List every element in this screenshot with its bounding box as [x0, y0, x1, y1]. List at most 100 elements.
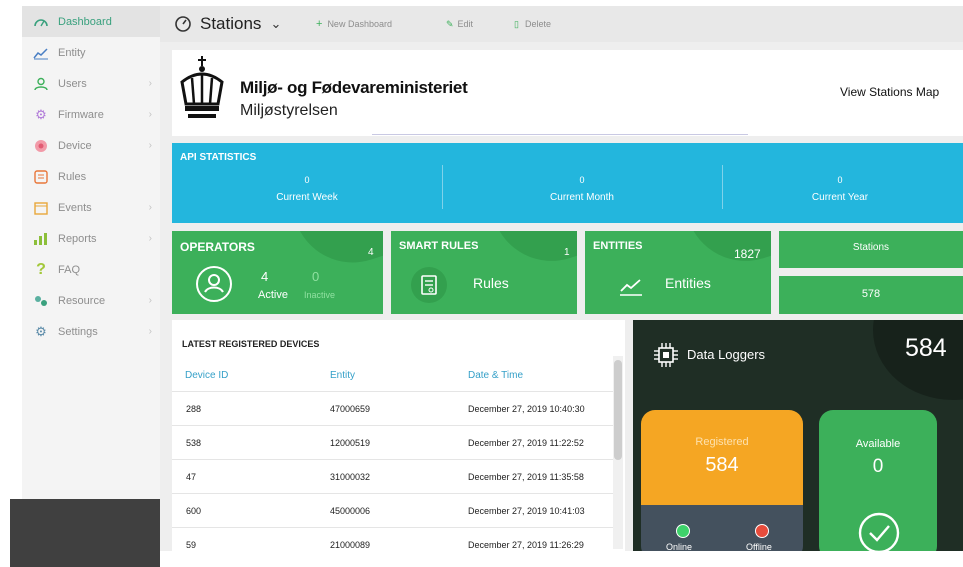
device-id: 288: [186, 404, 202, 414]
online-dot-icon: [676, 524, 690, 538]
stations-title-card[interactable]: Stations: [779, 231, 963, 268]
sidebar-item-label: Device: [58, 139, 92, 152]
datetime: December 27, 2019 11:26:29: [468, 540, 584, 550]
entity-id: 21000089: [330, 540, 371, 550]
datetime: December 27, 2019 11:22:52: [468, 438, 584, 448]
column-header[interactable]: Entity: [330, 370, 355, 381]
active-label: Active: [258, 289, 288, 301]
year-label: Current Year: [811, 192, 869, 203]
dashboard-icon: [32, 14, 50, 30]
sidebar-item-label: Users: [58, 77, 87, 90]
sidebar-item-rules[interactable]: Rules: [22, 161, 160, 192]
edit-label: Edit: [457, 19, 474, 29]
sidebar-item-faq[interactable]: ? FAQ: [22, 254, 160, 285]
sidebar-item-label: Rules: [58, 170, 87, 183]
entity-id: 12000519: [330, 438, 371, 448]
column-header[interactable]: Device ID: [185, 370, 228, 381]
entity-id: 45000006: [330, 506, 371, 516]
chevron-right-icon: ›: [148, 140, 152, 151]
resource-icon: [32, 293, 50, 309]
registered-card[interactable]: Registered 584 Online Offline: [641, 410, 803, 551]
data-loggers-title: Data Loggers: [687, 347, 766, 362]
chevron-right-icon: ›: [148, 202, 152, 213]
smart-rules-title: SMART RULES: [399, 240, 479, 252]
device-id: 47: [186, 472, 197, 482]
delete-button[interactable]: ▯ Delete: [514, 6, 551, 42]
month-label: Current Month: [550, 192, 614, 203]
sidebar-item-device[interactable]: Device ›: [22, 130, 160, 161]
offline-dot-icon: [755, 524, 769, 538]
entity-id: 47000659: [330, 404, 371, 414]
delete-label: Delete: [524, 19, 551, 29]
data-loggers-total: 584: [905, 334, 947, 362]
plus-icon: +: [316, 18, 323, 30]
registered-label: Registered: [695, 436, 749, 448]
entities-label: Entities: [665, 275, 711, 291]
dashboard-selector[interactable]: Stations ⌄: [174, 6, 281, 42]
smart-rules-total: 1: [564, 247, 570, 258]
view-stations-map-link[interactable]: View Stations Map: [840, 85, 939, 99]
latest-devices-panel: LATEST REGISTERED DEVICES Device ID Enti…: [172, 320, 625, 551]
sidebar-item-events[interactable]: Events ›: [22, 192, 160, 223]
table-row[interactable]: 600 45000006 December 27, 2019 10:41:03: [172, 493, 617, 528]
edit-button[interactable]: ✎ Edit: [446, 6, 473, 42]
column-header[interactable]: Date & Time: [468, 370, 523, 381]
device-id: 59: [186, 540, 197, 550]
entities-card[interactable]: ENTITIES 1827 Entities: [585, 231, 771, 314]
offline-label: Offline: [746, 542, 772, 551]
stations-count-card[interactable]: 578: [779, 276, 963, 314]
device-id: 538: [186, 438, 202, 448]
inactive-value: 0: [312, 269, 320, 284]
sidebar-item-users[interactable]: Users ›: [22, 68, 160, 99]
sidebar-item-label: Resource: [58, 294, 106, 307]
sidebar: Dashboard Entity Users › ⚙ Firmware › De…: [22, 6, 161, 499]
dashboard-icon: [175, 16, 191, 32]
scrollbar-thumb[interactable]: [614, 360, 622, 460]
chip-icon: [654, 343, 678, 367]
entity-id: 31000032: [330, 472, 371, 482]
crown-logo-icon: [180, 56, 224, 118]
table-row[interactable]: 47 31000032 December 27, 2019 11:35:58: [172, 459, 617, 494]
sidebar-item-label: FAQ: [58, 263, 81, 276]
sidebar-item-dashboard[interactable]: Dashboard: [22, 6, 160, 37]
month-value: 0: [579, 175, 585, 185]
new-dashboard-button[interactable]: + New Dashboard: [316, 6, 392, 42]
bottom-margin: [160, 551, 963, 567]
sidebar-item-label: Reports: [58, 232, 97, 245]
new-dashboard-label: New Dashboard: [327, 19, 392, 29]
checkmark-circle-icon: [858, 512, 900, 551]
scrollbar-track[interactable]: [613, 356, 623, 549]
sidebar-item-entity[interactable]: Entity: [22, 37, 160, 68]
chevron-down-icon: ⌄: [270, 16, 282, 31]
sidebar-item-firmware[interactable]: ⚙ Firmware ›: [22, 99, 160, 130]
table-row[interactable]: 538 12000519 December 27, 2019 11:22:52: [172, 425, 617, 460]
table-row[interactable]: 288 47000659 December 27, 2019 10:40:30: [172, 391, 617, 426]
pencil-icon: ✎: [446, 18, 454, 29]
trash-icon: ▯: [514, 18, 519, 29]
inactive-label: Inactive: [304, 290, 336, 300]
online-label: Online: [666, 542, 693, 551]
gear-icon: ⚙: [35, 106, 47, 122]
available-value: 0: [872, 456, 884, 477]
sidebar-item-label: Firmware: [58, 108, 104, 121]
stations-title: Stations: [852, 242, 890, 253]
rules-icon: [32, 169, 50, 185]
datetime: December 27, 2019 10:40:30: [468, 404, 585, 414]
question-icon: ?: [36, 260, 46, 278]
api-statistics-title: API STATISTICS: [180, 152, 257, 163]
chevron-right-icon: ›: [148, 78, 152, 89]
available-card[interactable]: Available 0: [819, 410, 937, 551]
sidebar-item-settings[interactable]: ⚙ Settings ›: [22, 316, 160, 347]
calendar-icon: [32, 200, 50, 216]
smart-rules-card[interactable]: SMART RULES 1 Rules: [391, 231, 577, 314]
device-icon: [32, 138, 50, 154]
sidebar-item-label: Events: [58, 201, 92, 214]
dashboard-name: Stations: [200, 14, 262, 33]
sidebar-item-reports[interactable]: Reports ›: [22, 223, 160, 254]
operators-title: OPERATORS: [180, 240, 255, 254]
operators-card[interactable]: OPERATORS 4 4 Active 0 Inactive: [172, 231, 383, 314]
sidebar-item-resource[interactable]: Resource ›: [22, 285, 160, 316]
chevron-right-icon: ›: [148, 326, 152, 337]
entities-total: 1827: [734, 247, 761, 261]
api-statistics-panel: API STATISTICS 0 Current Week 0 Current …: [172, 143, 963, 223]
